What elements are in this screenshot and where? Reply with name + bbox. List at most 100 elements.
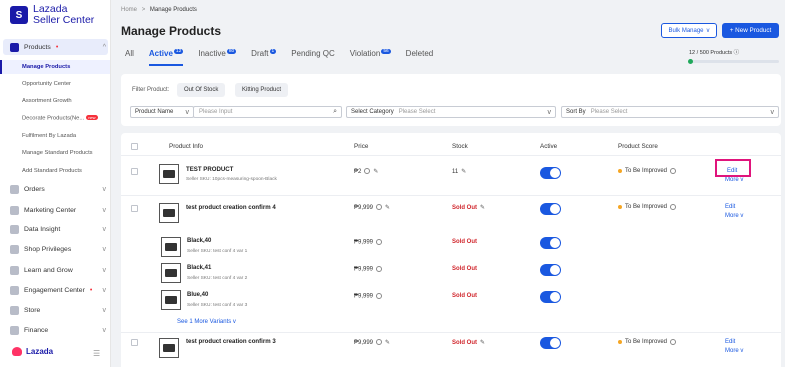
edit-pencil-icon[interactable]: ✎ [373,169,378,175]
more-dropdown[interactable]: More v [725,348,743,354]
collapse-menu-icon[interactable]: ☰ [93,349,100,358]
sidebar-subitem-decorate-products[interactable]: Decorate Products(Ne... new [0,111,110,125]
edit-link[interactable]: Edit [725,339,735,345]
tab-active[interactable]: Active 12 [148,49,184,66]
sidebar-item-engagement[interactable]: Engagement Center • v [10,286,106,295]
sidebar-item-finance[interactable]: Finance v [10,326,106,335]
variant-stock: Sold Out [452,239,477,245]
sidebar-subitem-manage-standard[interactable]: Manage Standard Products [0,146,110,160]
sidebar-item-label: Store [24,307,41,314]
sidebar-item-learn-grow[interactable]: Learn and Grow v [10,266,106,275]
variant-price: ₱9,999 [354,293,383,300]
price-history-icon[interactable] [376,266,383,272]
row-checkbox[interactable] [131,168,138,175]
active-toggle[interactable] [540,337,561,349]
quota-progress-dot [688,59,693,64]
price-history-icon[interactable] [376,204,383,211]
variant-sku: Seller SKU: test conf 4 var 2 [187,276,248,281]
filter-panel: Filter Product: Out Of Stock Kitting Pro… [121,74,781,126]
edit-link[interactable]: Edit [725,204,735,210]
row-checkbox[interactable] [131,339,138,346]
product-thumbnail[interactable] [159,203,179,223]
tab-pending-qc[interactable]: Pending QC [291,49,335,66]
sidebar-subitem-add-standard[interactable]: Add Standard Products [0,164,110,178]
info-icon[interactable] [670,339,677,345]
tab-draft[interactable]: Draft 1 [251,49,277,66]
sidebar-subitem-assortment-growth[interactable]: Assortment Growth [0,94,110,108]
header-divider [121,155,781,156]
product-quota: 12 / 500 Products ⓘ [689,48,779,56]
variant-thumbnail[interactable] [161,263,181,283]
sidebar-item-shop-privileges[interactable]: Shop Privileges v [10,245,106,254]
tab-label: Draft [251,49,269,58]
page-title: Manage Products [121,24,222,38]
product-price: ₱9,999 ✎ [354,339,390,346]
chevron-up-icon: ^ [102,44,106,51]
active-toggle[interactable] [540,291,561,303]
price-history-icon[interactable] [376,339,383,346]
lazada-footer-logo: Lazada [12,347,53,356]
chevron-down-icon: v [102,267,107,274]
sidebar-item-marketing[interactable]: Marketing Center v [10,206,106,215]
category-select[interactable]: Select Category Please Select v [346,106,556,118]
sort-placeholder: Please Select [590,109,628,115]
sidebar-item-data-insight[interactable]: Data Insight v [10,225,106,234]
new-product-button[interactable]: + New Product [722,23,779,38]
notification-dot-icon: • [89,287,93,294]
variant-thumbnail[interactable] [161,237,181,257]
bulk-manage-button[interactable]: Bulk Manage v [661,23,717,38]
sidebar-item-products[interactable]: Products • ^ [10,43,106,52]
more-dropdown[interactable]: More v [725,213,743,219]
price-history-icon[interactable] [376,293,383,299]
tab-all[interactable]: All [125,49,134,66]
breadcrumb-home[interactable]: Home [121,7,137,13]
product-thumbnail[interactable] [159,164,179,184]
sidebar-subitem-fulfilment[interactable]: Fulfilment By Lazada [0,129,110,143]
edit-pencil-icon[interactable]: ✎ [480,340,485,346]
lazada-logo-icon: S [10,6,28,24]
edit-pencil-icon[interactable]: ✎ [385,340,390,346]
search-icon[interactable]: ⌕ [333,108,337,116]
product-name-select[interactable]: Product Name v [130,106,194,118]
price-history-icon[interactable] [364,168,371,175]
quota-progress-bar [688,59,779,64]
sidebar-item-store[interactable]: Store v [10,306,106,315]
product-name[interactable]: test product creation confirm 4 [186,204,276,211]
variant-sku: Seller SKU: test conf 4 var 1 [187,249,248,254]
tab-deleted[interactable]: Deleted [406,49,434,66]
active-toggle[interactable] [540,167,561,179]
column-header-stock: Stock [452,143,468,150]
info-icon[interactable] [670,204,677,210]
tab-violation[interactable]: Violation 56 [350,49,391,66]
see-more-variants-link[interactable]: See 1 More Variants v [177,319,236,325]
filter-chip-out-of-stock[interactable]: Out Of Stock [177,83,226,97]
select-all-checkbox[interactable] [131,143,138,150]
info-icon[interactable] [670,168,677,174]
more-dropdown[interactable]: More v [725,177,743,183]
edit-pencil-icon[interactable]: ✎ [480,205,485,211]
logo-text-line2: Seller Center [33,14,95,26]
product-name[interactable]: TEST PRODUCT [186,166,233,173]
active-toggle[interactable] [540,264,561,276]
edit-pencil-icon[interactable]: ✎ [461,169,466,175]
new-badge: new [86,115,98,120]
info-icon[interactable]: ⓘ [734,50,740,56]
edit-pencil-icon[interactable]: ✎ [385,205,390,211]
product-search-input[interactable]: Please Input ⌕ [193,106,342,118]
sidebar-subitem-manage-products[interactable]: Manage Products [0,60,110,74]
row-checkbox[interactable] [131,205,138,212]
product-thumbnail[interactable] [159,338,179,358]
active-toggle[interactable] [540,203,561,215]
tab-inactive[interactable]: Inactive 80 [198,49,237,66]
sidebar-subitem-opportunity-center[interactable]: Opportunity Center [0,77,110,91]
sort-select[interactable]: Sort By Please Select v [561,106,779,118]
variant-stock: Sold Out [452,266,477,272]
filter-chip-kitting-product[interactable]: Kitting Product [235,83,289,97]
product-name[interactable]: test product creation confirm 3 [186,338,276,345]
active-toggle[interactable] [540,237,561,249]
sidebar-item-orders[interactable]: Orders v [10,185,106,194]
product-stock: Sold Out ✎ [452,204,485,211]
logo[interactable]: S Lazada Seller Center [10,4,94,26]
price-history-icon[interactable] [376,239,383,245]
variant-thumbnail[interactable] [161,290,181,310]
